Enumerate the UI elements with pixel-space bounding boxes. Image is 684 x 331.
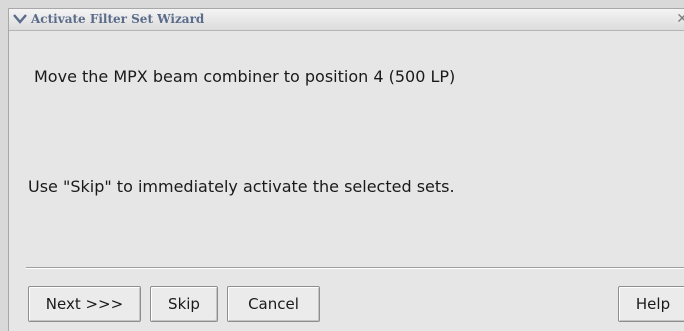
next-button[interactable]: Next >>>	[28, 286, 141, 322]
button-separator	[26, 267, 684, 269]
wizard-window: Activate Filter Set Wizard ✕ Move the MP…	[8, 8, 684, 331]
chevron-down-icon[interactable]	[12, 12, 28, 26]
title-bar[interactable]: Activate Filter Set Wizard ✕	[9, 9, 684, 31]
cancel-button[interactable]: Cancel	[227, 286, 320, 322]
skip-hint-text: Use "Skip" to immediately activate the s…	[28, 177, 455, 196]
skip-button[interactable]: Skip	[150, 286, 218, 322]
help-button[interactable]: Help	[618, 286, 684, 322]
instruction-text: Move the MPX beam combiner to position 4…	[34, 67, 456, 86]
window-title: Activate Filter Set Wizard	[31, 12, 205, 26]
close-icon[interactable]: ✕	[676, 11, 684, 27]
